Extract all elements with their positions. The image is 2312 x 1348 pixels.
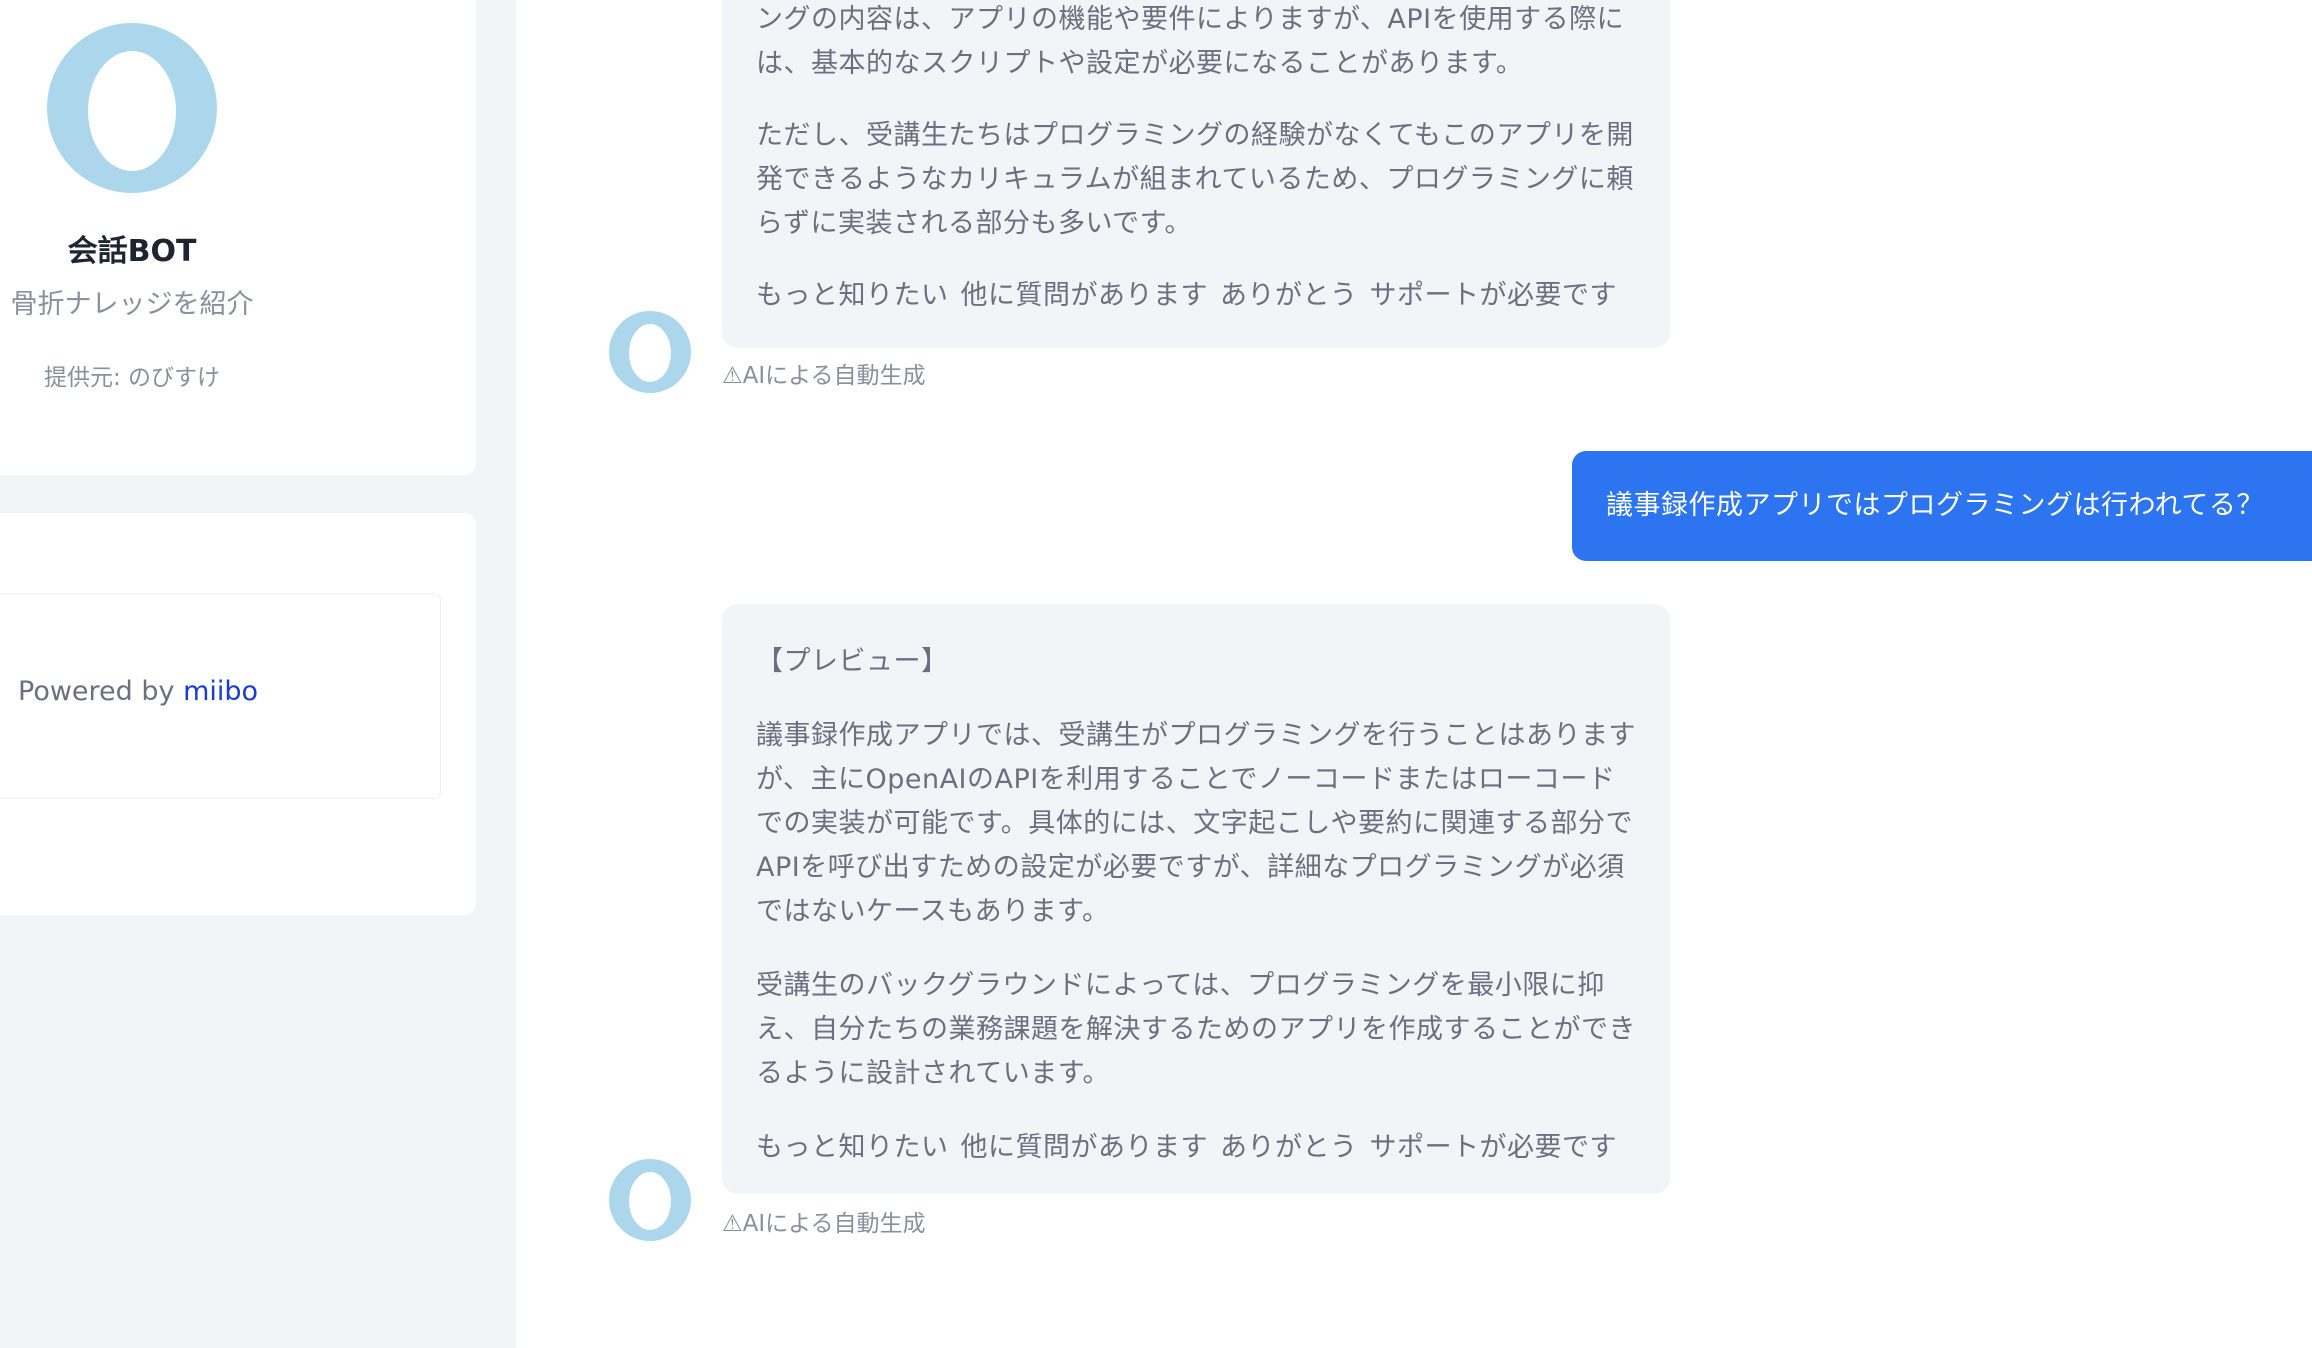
ai-generated-note: ⚠AIによる自動生成 bbox=[722, 363, 926, 389]
bot-name: 会話BOT bbox=[67, 234, 197, 269]
quick-reply-support[interactable]: サポートが必要です bbox=[1370, 1132, 1618, 1163]
quick-reply-other-question[interactable]: 他に質問があります bbox=[961, 280, 1209, 311]
bot-avatar-icon bbox=[609, 311, 691, 393]
miibo-link[interactable]: miibo bbox=[183, 676, 258, 707]
bot-description: 骨折ナレッジを紹介 bbox=[10, 289, 254, 320]
powered-by-box: Powered by miibo bbox=[0, 593, 441, 799]
user-message: 議事録作成アプリではプログラミングは行われてる？ bbox=[1572, 451, 2312, 561]
quick-replies: もっと知りたい 他に質問があります ありがとう サポートが必要です bbox=[756, 274, 1636, 318]
bot-message: 【プレビュー】 議事録作成アプリでは、受講生がプログラミングを行うことはあります… bbox=[722, 604, 1670, 1194]
quick-reply-thanks[interactable]: ありがとう bbox=[1220, 1132, 1358, 1163]
app-root: 会話BOT 骨折ナレッジを紹介 提供元: のびすけ Powered by mii… bbox=[0, 0, 2312, 1348]
powered-by-text: Powered by miibo bbox=[18, 676, 258, 707]
message-paragraph: ングの内容は、アプリの機能や要件によりますが、APIを使用する際には、基本的なス… bbox=[756, 4, 1625, 79]
message-paragraph: 受講生のバックグラウンドによっては、プログラミングを最小限に抑え、自分たちの業務… bbox=[756, 970, 1636, 1089]
bot-message: ングの内容は、アプリの機能や要件によりますが、APIを使用する際には、基本的なス… bbox=[722, 0, 1670, 348]
quick-replies: もっと知りたい 他に質問があります ありがとう サポートが必要です bbox=[756, 1126, 1636, 1170]
message-paragraph: ただし、受講生たちはプログラミングの経験がなくてもこのアプリを開発できるようなカ… bbox=[756, 120, 1634, 239]
quick-reply-more[interactable]: もっと知りたい bbox=[756, 1132, 949, 1163]
bot-profile-card: 会話BOT 骨折ナレッジを紹介 提供元: のびすけ bbox=[0, 0, 476, 475]
message-paragraph: 議事録作成アプリでは、受講生がプログラミングを行うことはありますが、主にOpen… bbox=[756, 720, 1636, 927]
message-paragraph: 【プレビュー】 bbox=[756, 646, 949, 677]
bot-avatar-icon bbox=[47, 23, 217, 193]
chat-area: ングの内容は、アプリの機能や要件によりますが、APIを使用する際には、基本的なス… bbox=[516, 0, 2312, 1348]
powered-by-card: Powered by miibo bbox=[0, 513, 476, 915]
quick-reply-other-question[interactable]: 他に質問があります bbox=[961, 1132, 1209, 1163]
quick-reply-more[interactable]: もっと知りたい bbox=[756, 280, 949, 311]
bot-provider: 提供元: のびすけ bbox=[43, 365, 221, 391]
sidebar: 会話BOT 骨折ナレッジを紹介 提供元: のびすけ Powered by mii… bbox=[0, 0, 516, 1348]
quick-reply-support[interactable]: サポートが必要です bbox=[1370, 280, 1618, 311]
quick-reply-thanks[interactable]: ありがとう bbox=[1220, 280, 1358, 311]
ai-generated-note: ⚠AIによる自動生成 bbox=[722, 1211, 926, 1237]
bot-avatar-icon bbox=[609, 1159, 691, 1241]
powered-by-prefix: Powered by bbox=[18, 676, 184, 707]
